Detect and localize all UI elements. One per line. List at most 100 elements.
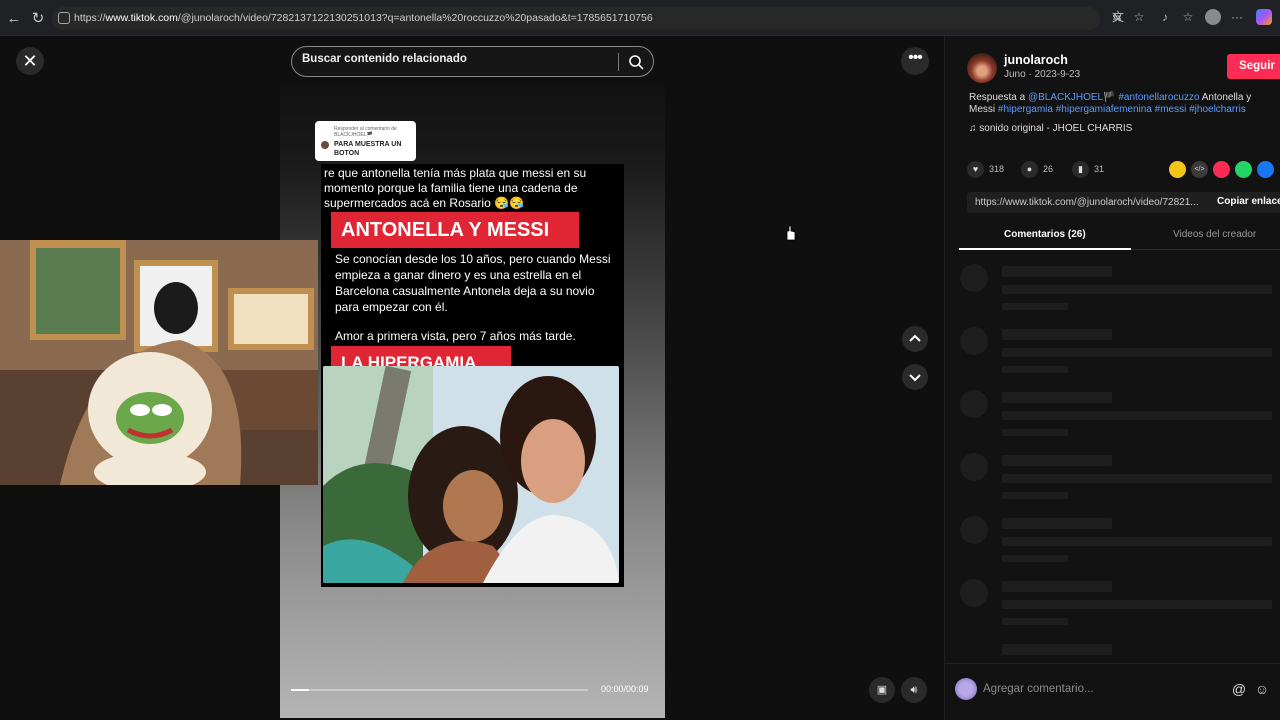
author-username[interactable]: junolaroch (1004, 53, 1068, 67)
search-input[interactable] (302, 53, 612, 65)
more-options-button[interactable]: ••• (901, 47, 929, 75)
mouse-cursor-icon (786, 225, 796, 241)
comment-icon: ● (1021, 160, 1038, 178)
mention-link[interactable]: @BLACKJHOEL🏴 (1028, 92, 1116, 103)
divider (618, 53, 619, 71)
skeleton-avatar (960, 516, 988, 544)
bookmark-icon: ▮ (1072, 160, 1089, 178)
favorites-icon[interactable]: ☆ (1180, 9, 1196, 25)
time-display: 00:00/00:09 (601, 684, 649, 694)
desc-prefix: Respuesta a (969, 92, 1028, 103)
browser-toolbar: ← ↻ https://www.tiktok.com/@junolaroch/v… (0, 0, 1280, 36)
heart-icon: ♥ (967, 160, 984, 178)
share-link-bar: https://www.tiktok.com/@junolaroch/video… (967, 192, 1280, 213)
sound-link[interactable]: ♫ sonido original - JHOEL CHARRIS (969, 123, 1132, 134)
pip-button[interactable]: ▣ (869, 677, 895, 703)
author-avatar[interactable] (967, 53, 997, 83)
site-info-icon[interactable] (58, 12, 70, 24)
reload-icon[interactable]: ↻ (28, 8, 48, 28)
panel-tabs: Comentarios (26) Videos del creador (959, 226, 1280, 250)
profile-icon[interactable] (1205, 9, 1221, 25)
previous-video-button[interactable] (902, 326, 928, 352)
copy-link-button[interactable]: Copiar enlace (1217, 196, 1280, 207)
send-icon[interactable] (1213, 161, 1230, 178)
video-description: Respuesta a @BLACKJHOEL🏴 #antonellarocuz… (969, 92, 1279, 116)
whatsapp-icon[interactable] (1235, 161, 1252, 178)
hashtag-links[interactable]: #hipergamia #hipergamiafemenina #messi #… (998, 104, 1246, 115)
volume-icon: 🔊︎ (910, 684, 918, 696)
comment-composer: @ ☺ (945, 663, 1280, 720)
comment-input[interactable] (983, 678, 1223, 700)
skeleton-line (1002, 492, 1068, 499)
skeleton-line (1002, 429, 1068, 436)
skeleton-line (1002, 537, 1272, 546)
related-search[interactable] (291, 46, 654, 77)
like-count: 318 (989, 164, 1005, 174)
share-coin-icon[interactable] (1169, 161, 1186, 178)
video-post-frame: re que antonella tenía más plata que mes… (321, 164, 624, 587)
mention-icon[interactable]: @ (1230, 680, 1248, 698)
skeleton-line (1002, 329, 1112, 340)
sound-label: sonido original - JHOEL CHARRIS (979, 123, 1133, 134)
skeleton-line (1002, 581, 1112, 592)
skeleton-line (1002, 303, 1068, 310)
skeleton-line (1002, 455, 1112, 466)
video-player[interactable]: Responder al comentario de BLACKJHOEL🏴 P… (280, 84, 665, 718)
couple-photo (323, 366, 619, 583)
overlay-caption: re que antonella tenía más plata que mes… (324, 166, 587, 210)
comment-count: 26 (1043, 164, 1054, 174)
active-tab-indicator (959, 248, 1131, 250)
star-icon[interactable]: ☆ (1131, 9, 1147, 25)
extensions-icon[interactable]: ♪ (1157, 9, 1173, 25)
skeleton-avatar (960, 453, 988, 481)
facebook-icon[interactable] (1257, 161, 1274, 178)
like-button[interactable]: ♥ 318 (967, 160, 1005, 178)
progress-fill (291, 689, 309, 691)
author-subline: Juno · 2023-9-23 (1004, 69, 1081, 80)
share-url[interactable]: https://www.tiktok.com/@junolaroch/video… (975, 197, 1199, 208)
translate-icon[interactable]: 文 (1110, 9, 1126, 25)
video-progress[interactable] (291, 689, 588, 691)
title-banner: ANTONELLA Y MESSI (331, 212, 579, 248)
body-text: Se conocían desde los 10 años, pero cuan… (335, 252, 611, 314)
url-text[interactable]: https://www.tiktok.com/@junolaroch/video… (74, 12, 653, 24)
close-icon: ✕ (22, 51, 38, 71)
skeleton-line (1002, 411, 1272, 420)
skeleton-line (1002, 618, 1068, 625)
skeleton-line (1002, 392, 1112, 403)
back-icon[interactable]: ← (4, 8, 24, 28)
skeleton-avatar (960, 579, 988, 607)
streamer-webcam-overlay (0, 240, 318, 485)
details-panel: junolaroch Juno · 2023-9-23 Seguir Respu… (944, 36, 1280, 720)
embed-icon[interactable]: </> (1191, 161, 1208, 178)
address-bar[interactable]: https://www.tiktok.com/@junolaroch/video… (52, 7, 1122, 30)
reply-text: PARA MUESTRA UN BOTON (334, 141, 402, 157)
volume-button[interactable]: 🔊︎ (901, 677, 927, 703)
close-button[interactable]: ✕ (16, 47, 44, 75)
save-button[interactable]: ▮ 31 (1072, 160, 1105, 178)
tab-creator-videos[interactable]: Videos del creador (1173, 229, 1256, 240)
comment-button[interactable]: ● 26 (1021, 160, 1054, 178)
skeleton-line (1002, 474, 1272, 483)
skeleton-line (1002, 555, 1068, 562)
reply-avatar (321, 141, 329, 149)
emoji-icon[interactable]: ☺ (1253, 680, 1271, 698)
skeleton-line (1002, 348, 1272, 357)
next-video-button[interactable] (902, 364, 928, 390)
skeleton-avatar (960, 390, 988, 418)
more-icon[interactable]: ··· (1229, 9, 1245, 25)
reply-caption: Responder al comentario de BLACKJHOEL🏴 (334, 126, 397, 138)
copilot-icon[interactable] (1256, 9, 1272, 25)
tab-comments[interactable]: Comentarios (26) (1004, 229, 1086, 240)
skeleton-line (1002, 644, 1112, 655)
follow-button[interactable]: Seguir (1227, 54, 1280, 79)
save-count: 31 (1094, 164, 1105, 174)
skeleton-line (1002, 366, 1068, 373)
picture-in-picture-icon: ▣ (876, 684, 888, 696)
skeleton-line (1002, 285, 1272, 294)
skeleton-line (1002, 518, 1112, 529)
search-icon[interactable] (627, 53, 645, 71)
skeleton-avatar (960, 264, 988, 292)
hashtag-link[interactable]: #antonellarocuzzo (1116, 92, 1199, 103)
skeleton-line (1002, 266, 1112, 277)
